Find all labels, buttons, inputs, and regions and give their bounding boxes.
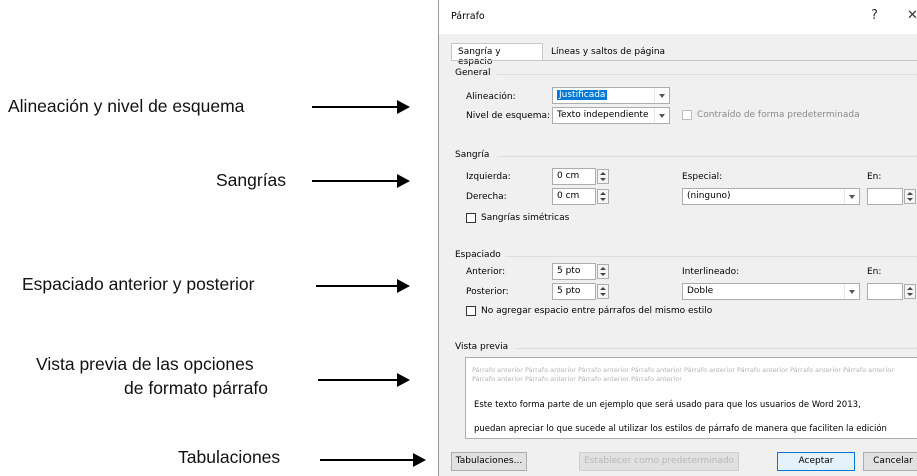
posterior-input[interactable]: 5 pto (552, 283, 596, 300)
anterior-input[interactable]: 5 pto (552, 263, 596, 280)
anterior-label: Anterior: (466, 267, 506, 277)
espaciado-divider (505, 256, 917, 257)
interlineado-select[interactable]: Doble (682, 283, 860, 300)
arrow-sangrias (312, 174, 410, 188)
vista-previa-divider (515, 348, 917, 349)
annotation-sangrias: Sangrías (216, 170, 287, 190)
contraido-label: Contraído de forma predeterminada (697, 110, 860, 120)
sangria-en-input[interactable] (867, 188, 903, 205)
general-divider (497, 74, 917, 75)
no-agregar-espacio-label: No agregar espacio entre párrafos del mi… (481, 306, 713, 316)
arrow-espaciado (316, 279, 410, 293)
arrow-tabulaciones (320, 453, 426, 467)
alineacion-label: Alineación: (466, 92, 516, 102)
preview-line-2: puedan apreciar lo que sucede al utiliza… (474, 424, 887, 434)
help-button[interactable]: ? (871, 8, 878, 23)
especial-label: Especial: (682, 172, 723, 182)
no-agregar-espacio-checkbox[interactable] (466, 306, 476, 316)
arrow-vista-previa (318, 373, 410, 387)
sangria-en-stepper[interactable] (904, 189, 916, 204)
anterior-stepper[interactable] (597, 264, 609, 279)
chevron-down-icon[interactable] (654, 88, 669, 103)
sangria-en-label: En: (867, 172, 882, 182)
paragraph-preview: Párrafo anterior Párrafo anterior Párraf… (465, 357, 917, 439)
annotation-vista-previa-line2: de formato párrafo (124, 378, 268, 398)
derecha-stepper[interactable] (597, 189, 609, 204)
cancelar-button[interactable]: Cancelar (863, 452, 917, 471)
chevron-down-icon[interactable] (844, 284, 859, 299)
aceptar-button[interactable]: Aceptar (777, 452, 855, 471)
dialog-title: Párrafo (451, 11, 485, 22)
derecha-label: Derecha: (466, 192, 507, 202)
alineacion-value: Justificada (557, 90, 608, 100)
especial-value: (ninguno) (687, 191, 731, 201)
annotation-espaciado: Espaciado anterior y posterior (22, 274, 255, 294)
nivel-esquema-label: Nivel de esquema: (466, 111, 551, 121)
sangria-heading: Sangría (455, 150, 490, 160)
chevron-down-icon[interactable] (844, 189, 859, 204)
sangria-divider (497, 156, 917, 157)
alineacion-select[interactable]: Justificada (552, 87, 670, 104)
arrow-alineacion (312, 100, 410, 114)
annotation-tabulaciones: Tabulaciones (178, 447, 281, 467)
espaciado-en-stepper[interactable] (904, 284, 916, 299)
preview-line-1: Este texto forma parte de un ejemplo que… (474, 400, 861, 410)
izquierda-label: Izquierda: (466, 172, 511, 182)
preview-previous-paragraph: Párrafo anterior Párrafo anterior Párraf… (472, 366, 894, 383)
general-heading: General (455, 68, 491, 78)
derecha-input[interactable]: 0 cm (552, 188, 596, 205)
paragraph-dialog: Párrafo ? ✕ Sangría y espacio Líneas y s… (438, 0, 917, 476)
interlineado-value: Doble (687, 286, 714, 296)
close-icon[interactable]: ✕ (907, 8, 917, 23)
espaciado-en-input[interactable] (867, 283, 903, 300)
tabulaciones-button[interactable]: Tabulaciones... (451, 452, 527, 471)
posterior-stepper[interactable] (597, 284, 609, 299)
annotation-alineacion: Alineación y nivel de esquema (8, 96, 245, 116)
sangrias-simetricas-label: Sangrías simétricas (481, 213, 570, 223)
tabs-divider (451, 60, 917, 61)
espaciado-en-label: En: (867, 267, 882, 277)
title-bar: Párrafo ? ✕ (439, 0, 917, 34)
posterior-label: Posterior: (466, 287, 509, 297)
interlineado-label: Interlineado: (682, 267, 740, 277)
chevron-down-icon[interactable] (654, 108, 669, 123)
especial-select[interactable]: (ninguno) (682, 188, 860, 205)
espaciado-heading: Espaciado (455, 250, 501, 260)
vista-previa-heading: Vista previa (455, 342, 509, 352)
nivel-esquema-select[interactable]: Texto independiente (552, 107, 670, 124)
tab-lineas-saltos[interactable]: Líneas y saltos de página (545, 44, 675, 60)
sangrias-simetricas-checkbox[interactable] (466, 213, 476, 223)
annotation-vista-previa-line1: Vista previa de las opciones (36, 354, 254, 374)
tab-sangria-espacio[interactable]: Sangría y espacio (451, 43, 543, 67)
izquierda-stepper[interactable] (597, 169, 609, 184)
izquierda-input[interactable]: 0 cm (552, 168, 596, 185)
contraido-checkbox[interactable] (682, 110, 692, 120)
nivel-esquema-value: Texto independiente (557, 110, 649, 120)
establecer-predeterminado-button[interactable]: Establecer como predeterminado (579, 452, 739, 471)
